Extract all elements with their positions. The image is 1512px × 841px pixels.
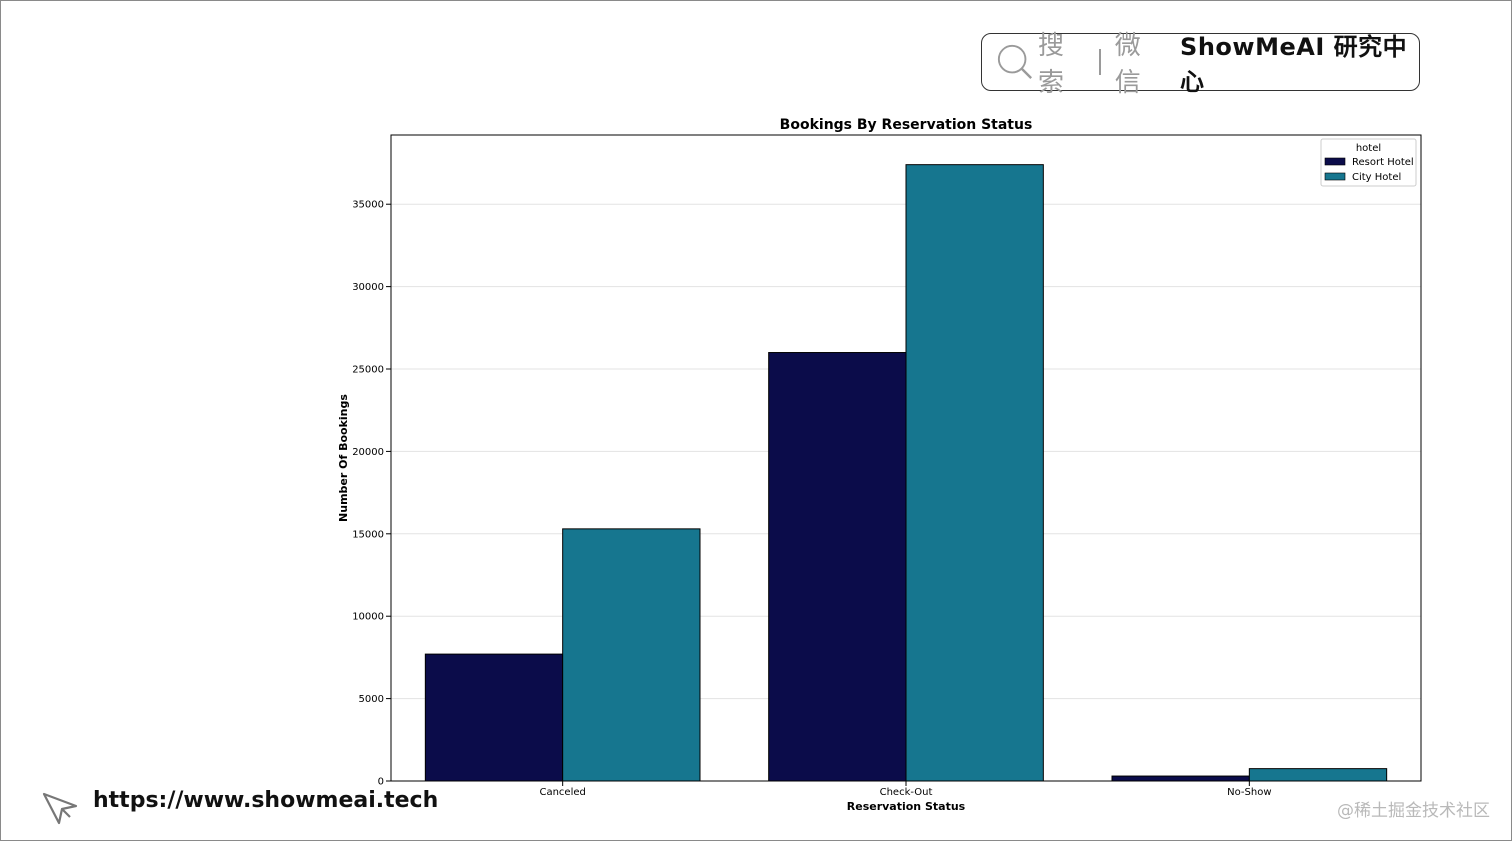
- x-tick-label: Check-Out: [880, 787, 933, 798]
- x-tick-label: Canceled: [539, 787, 585, 798]
- y-axis-label: Number Of Bookings: [337, 394, 350, 522]
- bar-city-hotel: [1248, 768, 1388, 782]
- y-tick-label: 30000: [352, 282, 384, 293]
- footer-url[interactable]: https://www.showmeai.tech: [93, 788, 438, 813]
- legend-label: Resort Hotel: [1352, 157, 1414, 168]
- x-tick-label: No-Show: [1227, 787, 1271, 798]
- legend-swatch: [1324, 172, 1346, 181]
- legend: hotel Resort Hotel City Hotel: [1320, 138, 1417, 187]
- chart-title: Bookings By Reservation Status: [780, 117, 1033, 133]
- bar-resort-hotel: [768, 352, 907, 782]
- y-tick-label: 10000: [352, 612, 384, 623]
- y-tick-label: 35000: [352, 200, 384, 211]
- y-ticks: 0 5000 10000 15000 20000 25000 30000 35000: [352, 200, 391, 788]
- bar-chart: 0 5000 10000 15000 20000 25000 30000 35000 Canc…: [337, 117, 1422, 813]
- bar-resort-hotel: [424, 653, 564, 782]
- legend-title: hotel: [1356, 143, 1381, 154]
- y-tick-label: 15000: [352, 529, 384, 540]
- bar-resort-hotel: [1111, 775, 1250, 782]
- legend-swatch: [1324, 157, 1346, 166]
- legend-label: City Hotel: [1352, 172, 1401, 183]
- watermark: @稀土掘金技术社区: [1337, 801, 1490, 821]
- bar-city-hotel: [562, 528, 701, 782]
- x-ticks: Canceled Check-Out No-Show: [539, 781, 1272, 798]
- x-axis-label: Reservation Status: [847, 800, 966, 813]
- y-tick-label: 20000: [352, 447, 384, 458]
- cursor-icon: [42, 792, 78, 825]
- y-tick-label: 25000: [352, 365, 384, 376]
- bars: [424, 164, 1388, 782]
- y-tick-label: 5000: [359, 694, 384, 705]
- bar-city-hotel: [905, 164, 1044, 782]
- y-tick-label: 0: [378, 777, 384, 788]
